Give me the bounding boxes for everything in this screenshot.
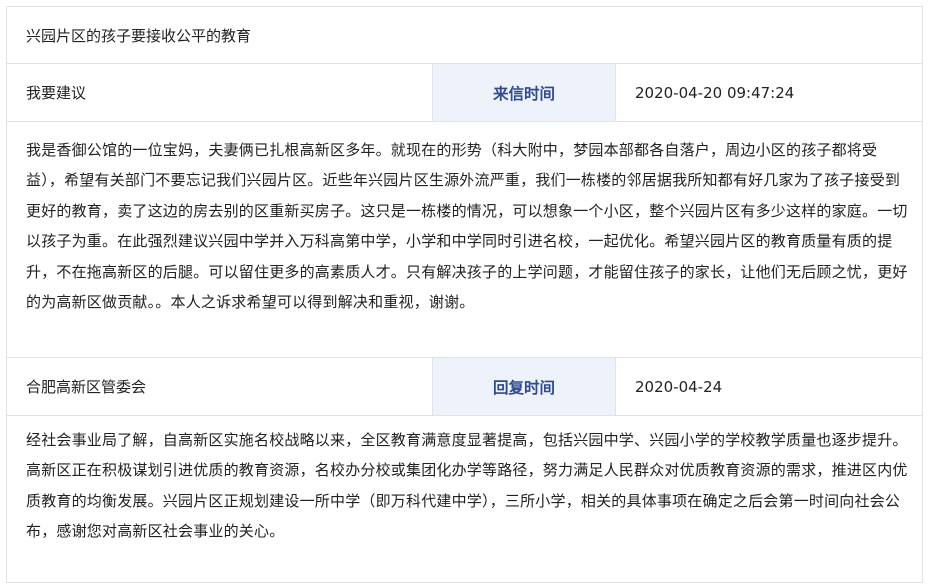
responder-name: 合肥高新区管委会	[26, 378, 147, 396]
letter-meta-row: 我要建议 来信时间 2020-04-20 09:47:24	[7, 63, 922, 121]
reply-time-cell: 2020-04-24	[616, 358, 922, 415]
letter-title-row: 兴园片区的孩子要接收公平的教育	[7, 6, 922, 63]
responder-cell: 合肥高新区管委会	[7, 358, 432, 415]
letter-category-cell: 我要建议	[7, 64, 432, 121]
sent-time-label: 来信时间	[492, 84, 555, 103]
letter-category: 我要建议	[26, 84, 87, 102]
letter-detail-table: 兴园片区的孩子要接收公平的教育 我要建议 来信时间 2020-04-20 09:…	[6, 6, 923, 583]
sent-time-value: 2020-04-20 09:47:24	[635, 83, 795, 102]
reply-time-value: 2020-04-24	[635, 377, 723, 396]
reply-content: 经社会事业局了解，自高新区实施名校战略以来，全区教育满意度显著提高，包括兴园中学…	[26, 431, 908, 541]
letter-content-row: 我是香御公馆的一位宝妈，夫妻俩已扎根高新区多年。就现在的形势（科大附中，梦园本部…	[7, 121, 922, 357]
reply-time-label: 回复时间	[492, 378, 555, 397]
sent-time-label-cell: 来信时间	[432, 64, 616, 121]
reply-content-row: 经社会事业局了解，自高新区实施名校战略以来，全区教育满意度显著提高，包括兴园中学…	[7, 415, 922, 583]
reply-meta-row: 合肥高新区管委会 回复时间 2020-04-24	[7, 357, 922, 415]
sent-time-cell: 2020-04-20 09:47:24	[616, 64, 922, 121]
letter-content: 我是香御公馆的一位宝妈，夫妻俩已扎根高新区多年。就现在的形势（科大附中，梦园本部…	[26, 141, 908, 312]
letter-title: 兴园片区的孩子要接收公平的教育	[26, 26, 252, 45]
reply-time-label-cell: 回复时间	[432, 358, 616, 415]
